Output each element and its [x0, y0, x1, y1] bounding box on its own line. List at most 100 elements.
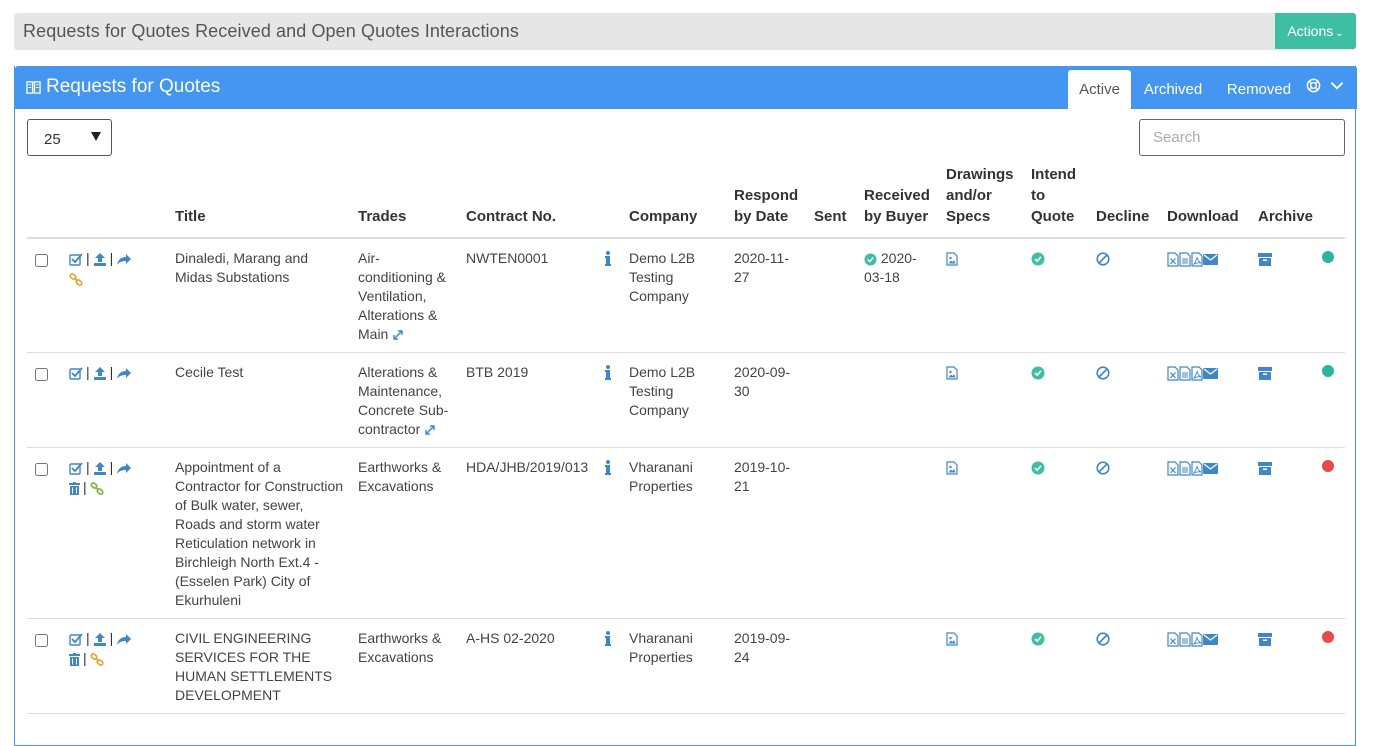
- expand-icon[interactable]: [392, 329, 404, 341]
- col-received-by-buyer[interactable]: Received by Buyer: [858, 164, 940, 239]
- envelope-icon[interactable]: [1203, 462, 1218, 475]
- envelope-icon[interactable]: [1203, 633, 1218, 646]
- excel-file-icon[interactable]: [1167, 461, 1179, 476]
- upload-icon[interactable]: [93, 366, 107, 380]
- col-contract[interactable]: Contract No.: [460, 164, 598, 239]
- received-cell: 2020-03-18: [858, 238, 940, 353]
- envelope-icon[interactable]: [1203, 367, 1218, 380]
- rfq-title[interactable]: Appointment of a Contractor for Construc…: [175, 459, 343, 608]
- archive-icon[interactable]: [1258, 366, 1272, 380]
- upload-icon[interactable]: [93, 632, 107, 646]
- trash-icon[interactable]: [69, 652, 80, 666]
- ban-icon[interactable]: [1096, 632, 1110, 646]
- page-size-value: 25: [44, 131, 61, 148]
- chevron-down-icon: ⌄: [1335, 28, 1344, 39]
- check-circle-icon: [864, 253, 877, 266]
- col-sent[interactable]: Sent: [808, 164, 858, 239]
- excel-file-icon[interactable]: [1167, 366, 1179, 381]
- pdf-file-icon[interactable]: [1191, 632, 1203, 647]
- info-icon[interactable]: [604, 631, 612, 647]
- company-cell: Vharanani Properties: [623, 447, 728, 619]
- check-circle-icon[interactable]: [1031, 252, 1045, 266]
- tab-removed[interactable]: Removed: [1220, 70, 1298, 109]
- row-checkbox[interactable]: [35, 463, 48, 476]
- document-file-icon[interactable]: [1179, 252, 1191, 267]
- row-checkbox[interactable]: [35, 254, 48, 267]
- excel-file-icon[interactable]: [1167, 252, 1179, 267]
- row-checkbox[interactable]: [35, 634, 48, 647]
- check-square-icon[interactable]: [69, 633, 83, 646]
- col-download[interactable]: Download: [1161, 164, 1252, 239]
- trash-icon[interactable]: [69, 481, 80, 495]
- archive-icon[interactable]: [1258, 461, 1272, 475]
- search-input[interactable]: [1139, 119, 1345, 156]
- share-arrow-icon[interactable]: [116, 462, 132, 475]
- image-file-icon[interactable]: [946, 366, 958, 380]
- link-icon[interactable]: [69, 272, 83, 286]
- check-square-icon[interactable]: [69, 253, 83, 266]
- pdf-file-icon[interactable]: [1191, 366, 1203, 381]
- info-icon[interactable]: [604, 251, 612, 267]
- info-cell: [598, 447, 623, 619]
- envelope-icon[interactable]: [1203, 253, 1218, 266]
- expand-icon[interactable]: [424, 424, 436, 436]
- check-circle-icon[interactable]: [1031, 366, 1045, 380]
- trades-cell: Earthworks & Excavations: [352, 447, 460, 619]
- upload-icon[interactable]: [93, 461, 107, 475]
- table-header-row: Title Trades Contract No. Company Respon…: [27, 164, 1345, 239]
- check-circle-icon[interactable]: [1031, 632, 1045, 646]
- col-respond-by[interactable]: Respond by Date: [728, 164, 808, 239]
- check-square-icon[interactable]: [69, 462, 83, 475]
- page-size-select[interactable]: 25: [27, 119, 112, 156]
- contract-number: BTB 2019: [466, 364, 529, 380]
- col-archive[interactable]: Archive: [1252, 164, 1316, 239]
- share-arrow-icon[interactable]: [116, 367, 132, 380]
- image-file-icon[interactable]: [946, 632, 958, 646]
- ban-icon[interactable]: [1096, 461, 1110, 475]
- col-decline[interactable]: Decline: [1090, 164, 1161, 239]
- archive-icon[interactable]: [1258, 632, 1272, 646]
- rfq-title[interactable]: Cecile Test: [175, 364, 243, 380]
- excel-file-icon[interactable]: [1167, 632, 1179, 647]
- chevron-down-icon[interactable]: [1329, 78, 1345, 93]
- contract-cell: BTB 2019: [460, 352, 598, 448]
- image-file-icon[interactable]: [946, 461, 958, 475]
- decline-cell: [1090, 352, 1161, 448]
- pdf-file-icon[interactable]: [1191, 461, 1203, 476]
- check-square-icon[interactable]: [69, 367, 83, 380]
- share-arrow-icon[interactable]: [116, 633, 132, 646]
- rfq-panel: Requests for Quotes Active Archived Remo…: [14, 66, 1357, 746]
- pdf-file-icon[interactable]: [1191, 252, 1203, 267]
- row-checkbox[interactable]: [35, 368, 48, 381]
- status-dot: [1322, 460, 1334, 472]
- col-company[interactable]: Company: [623, 164, 728, 239]
- archive-icon[interactable]: [1258, 252, 1272, 266]
- title-cell: Appointment of a Contractor for Construc…: [169, 447, 352, 619]
- link-icon[interactable]: [90, 481, 104, 495]
- col-intend[interactable]: Intend to Quote: [1025, 164, 1090, 239]
- col-trades[interactable]: Trades: [352, 164, 460, 239]
- image-file-icon[interactable]: [946, 252, 958, 266]
- info-icon[interactable]: [604, 460, 612, 476]
- tab-active[interactable]: Active: [1068, 70, 1131, 109]
- rfq-title[interactable]: CIVIL ENGINEERING SERVICES FOR THE HUMAN…: [175, 630, 332, 703]
- ban-icon[interactable]: [1096, 252, 1110, 266]
- document-file-icon[interactable]: [1179, 366, 1191, 381]
- row-actions-cell: | |: [63, 238, 169, 353]
- ban-icon[interactable]: [1096, 366, 1110, 380]
- share-arrow-icon[interactable]: [116, 253, 132, 266]
- check-circle-icon[interactable]: [1031, 461, 1045, 475]
- info-icon[interactable]: [604, 365, 612, 381]
- upload-icon[interactable]: [93, 252, 107, 266]
- tab-archived[interactable]: Archived: [1137, 70, 1209, 109]
- col-drawings[interactable]: Drawings and/or Specs: [940, 164, 1025, 239]
- col-title[interactable]: Title: [169, 164, 352, 239]
- status-cell: [1316, 352, 1345, 448]
- document-file-icon[interactable]: [1179, 632, 1191, 647]
- rfq-title[interactable]: Dinaledi, Marang and Midas Substations: [175, 250, 308, 285]
- lifebuoy-icon[interactable]: [1306, 78, 1321, 93]
- actions-button[interactable]: Actions ⌄: [1275, 13, 1356, 49]
- respond-by-cell: 2020-09-30: [728, 352, 808, 448]
- document-file-icon[interactable]: [1179, 461, 1191, 476]
- link-icon[interactable]: [90, 652, 104, 666]
